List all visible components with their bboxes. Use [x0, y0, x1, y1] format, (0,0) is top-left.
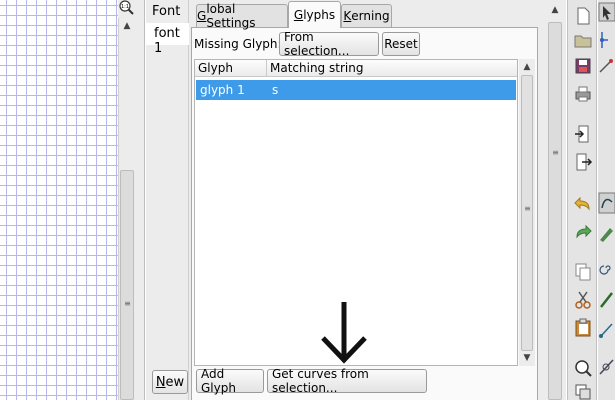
scroll-up-arrow-icon[interactable]: ▲ [519, 59, 535, 75]
scroll-up-arrow-icon[interactable]: ▲ [119, 18, 135, 34]
font-list-item[interactable]: font 1 [146, 23, 189, 56]
save-icon[interactable] [573, 56, 593, 76]
get-curves-from-selection-button[interactable]: Get curves from selection... [267, 367, 427, 395]
new-button-rest: ew [165, 374, 185, 390]
import-icon[interactable] [573, 124, 593, 144]
new-button-mnemonic: N [155, 374, 166, 390]
calligraphy-tool-icon[interactable] [598, 290, 615, 310]
scroll-up-arrow-icon[interactable]: ▲ [547, 2, 563, 18]
redo-icon[interactable] [573, 222, 593, 242]
column-header-matching-string[interactable]: Matching string [267, 60, 417, 77]
matching-string-cell[interactable]: s [272, 80, 278, 100]
new-document-icon[interactable] [573, 6, 593, 26]
missing-glyph-label: Missing Glyph: [194, 37, 282, 51]
selector-tool-icon[interactable] [598, 2, 615, 22]
copy-icon[interactable] [573, 262, 593, 282]
glyph-name-cell[interactable]: glyph 1 [200, 80, 245, 100]
tab-mnemonic: G [293, 8, 304, 22]
splitter[interactable] [135, 0, 145, 400]
scroll-down-arrow-icon[interactable]: ▼ [519, 350, 535, 366]
connector-tool-icon[interactable] [598, 320, 615, 340]
canvas-vertical-scrollbar[interactable]: ▲ ≡ [118, 0, 135, 400]
grip-icon: ≡ [524, 204, 531, 213]
table-vertical-scrollbar[interactable]: ▲ ≡ ▼ [519, 59, 535, 366]
bezier-tool-icon[interactable] [598, 192, 615, 214]
tab-label-rest: erning [351, 9, 390, 23]
font-list-panel: Font font 1 [146, 0, 189, 400]
commands-toolbar [567, 0, 597, 400]
table-row[interactable]: glyph 1 s [196, 80, 516, 100]
column-header-glyph-name[interactable]: Glyph name [195, 60, 267, 92]
open-folder-icon[interactable] [573, 30, 593, 50]
export-icon[interactable] [573, 152, 593, 172]
add-glyph-button[interactable]: Add Glyph [196, 367, 264, 395]
grip-icon: ≡ [124, 299, 131, 308]
zoom-1-1-icon[interactable]: 1:1 [118, 0, 135, 18]
tab-label-rest: lyphs [303, 8, 336, 22]
zoom-icon[interactable] [573, 358, 593, 378]
table-header: Glyph name Matching string [195, 60, 517, 92]
print-icon[interactable] [573, 84, 593, 104]
pencil-tool-icon[interactable] [598, 224, 615, 244]
zoom-selection-icon[interactable] [573, 382, 593, 402]
tab-mnemonic: K [343, 9, 352, 23]
panel-scroll-thumb[interactable]: ≡ [548, 22, 562, 400]
gradient-tool-icon[interactable] [598, 356, 615, 378]
spiral-tool-icon[interactable] [598, 258, 615, 278]
tab-mnemonic: G [197, 9, 207, 23]
new-font-button[interactable]: New [152, 370, 188, 394]
tab-global-settings[interactable]: Global Settings [196, 2, 288, 30]
tools-toolbar [598, 0, 615, 400]
paste-icon[interactable] [573, 318, 593, 338]
drawing-canvas-grid[interactable] [0, 0, 118, 400]
font-list-header: Font [152, 4, 181, 19]
tab-kerning[interactable]: Kerning [341, 4, 392, 27]
tweak-tool-icon[interactable] [598, 56, 615, 76]
svg-text:1:1: 1:1 [121, 4, 129, 10]
tab-glyphs[interactable]: Glyphs [288, 1, 341, 28]
table-scroll-thumb[interactable]: ≡ [521, 75, 533, 351]
down-arrow-icon [318, 300, 370, 366]
node-edit-tool-icon[interactable] [598, 30, 615, 50]
canvas-scroll-thumb[interactable]: ≡ [120, 170, 134, 400]
from-selection-button[interactable]: From selection... [279, 30, 379, 58]
tab-label-rest: lobal Settings [206, 2, 256, 30]
undo-icon[interactable] [573, 194, 593, 214]
panel-vertical-scrollbar[interactable]: ▲ ≡ [542, 0, 566, 400]
reset-button[interactable]: Reset [382, 32, 420, 56]
cut-icon[interactable] [573, 290, 593, 310]
grip-icon: ≡ [552, 148, 559, 157]
